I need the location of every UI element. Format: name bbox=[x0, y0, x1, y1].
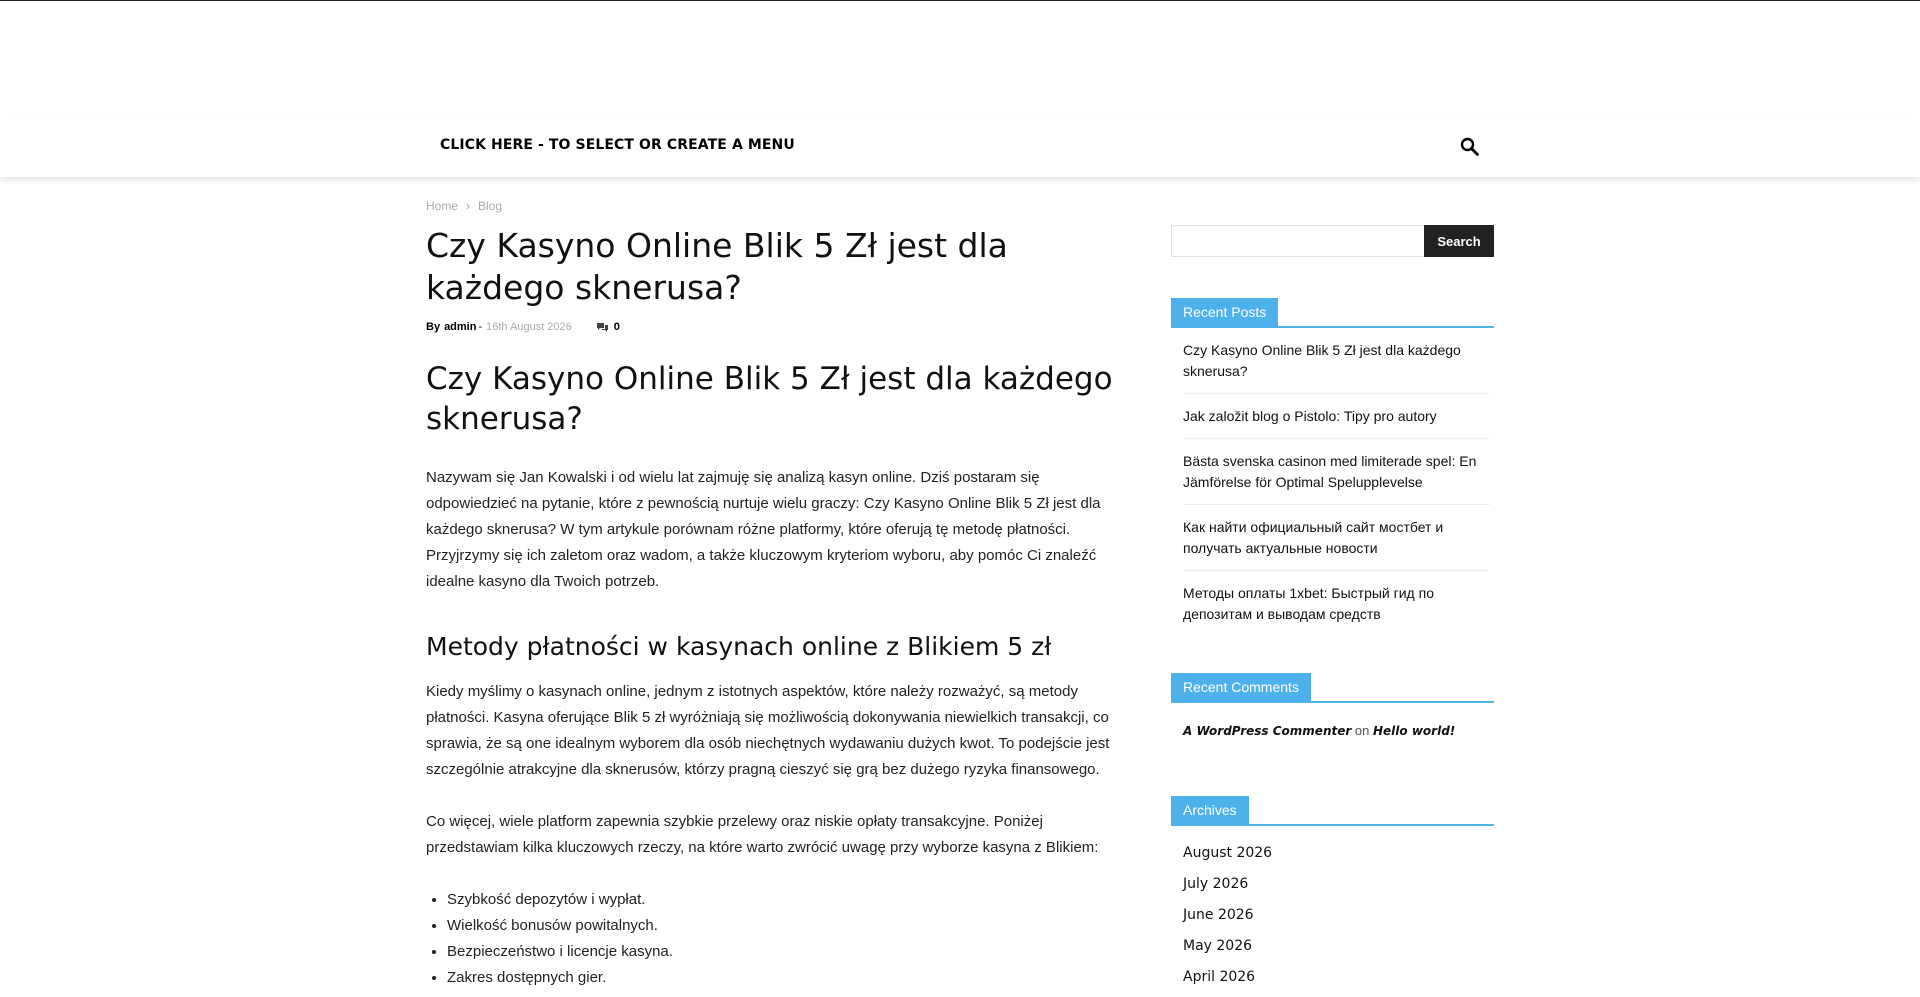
widget-title: Archives bbox=[1171, 796, 1494, 826]
comments-link[interactable]: 0 bbox=[596, 321, 620, 333]
sidebar-search: Search bbox=[1171, 225, 1494, 257]
widget-title: Recent Posts bbox=[1171, 298, 1494, 328]
breadcrumb: Home › Blog bbox=[426, 199, 502, 213]
post-date: 16th August 2026 bbox=[486, 321, 572, 333]
list-item: April 2026 bbox=[1183, 966, 1494, 987]
recent-post-link[interactable]: Czy Kasyno Online Blik 5 Zł jest dla każ… bbox=[1183, 342, 1461, 379]
list-item: August 2026 bbox=[1183, 842, 1494, 863]
select-menu-link[interactable]: CLICK HERE - TO SELECT OR CREATE A MENU bbox=[440, 137, 795, 153]
author-link[interactable]: admin bbox=[444, 321, 476, 333]
recent-comment: A WordPress Commenter on Hello world! bbox=[1171, 703, 1494, 738]
recent-posts-list: Czy Kasyno Online Blik 5 Zł jest dla każ… bbox=[1171, 328, 1494, 636]
recent-posts-title: Recent Posts bbox=[1171, 298, 1279, 326]
comments-icon bbox=[596, 322, 608, 332]
recent-comments-widget: Recent Comments A WordPress Commenter on… bbox=[1171, 673, 1494, 738]
recent-post-link[interactable]: Bästa svenska casinon med limiterade spe… bbox=[1183, 453, 1476, 490]
list-item: Bästa svenska casinon med limiterade spe… bbox=[1183, 439, 1490, 505]
content-paragraph: Co więcej, wiele platform zapewnia szybk… bbox=[426, 813, 1099, 856]
widget-title: Recent Comments bbox=[1171, 673, 1494, 703]
comment-on-label: on bbox=[1354, 723, 1370, 738]
list-item: Bezpieczeństwo i licencje kasyna. bbox=[447, 939, 1126, 965]
archive-link[interactable]: August 2026 bbox=[1183, 845, 1272, 861]
meta-dash: - bbox=[478, 321, 483, 333]
list-item: Zakres dostępnych gier. bbox=[447, 965, 1126, 991]
list-item: Czy Kasyno Online Blik 5 Zł jest dla każ… bbox=[1183, 328, 1490, 394]
content-paragraph: Kiedy myślimy o kasynach online, jednym … bbox=[426, 683, 1110, 778]
archives-widget: Archives August 2026 July 2026 June 2026… bbox=[1171, 796, 1494, 997]
archive-link[interactable]: July 2026 bbox=[1183, 876, 1248, 892]
recent-post-link[interactable]: Как найти официальный сайт мостбет и пол… bbox=[1183, 519, 1443, 556]
list-item: Как найти официальный сайт мостбет и пол… bbox=[1183, 505, 1490, 571]
archive-link[interactable]: June 2026 bbox=[1183, 907, 1254, 923]
recent-post-link[interactable]: Jak založit blog o Pistolo: Tipy pro aut… bbox=[1183, 408, 1437, 424]
breadcrumb-separator: › bbox=[466, 199, 471, 213]
post-meta: By admin - 16th August 2026 0 bbox=[426, 321, 620, 333]
comments-count: 0 bbox=[613, 321, 620, 333]
list-item: Szybkość depozytów i wypłat. bbox=[447, 887, 1126, 913]
list-item: June 2026 bbox=[1183, 904, 1494, 925]
header-area bbox=[0, 1, 1920, 117]
list-item: May 2026 bbox=[1183, 935, 1494, 956]
breadcrumb-home[interactable]: Home bbox=[426, 199, 458, 213]
archive-link[interactable]: April 2026 bbox=[1183, 969, 1255, 985]
author-by-label: By bbox=[426, 321, 441, 333]
search-icon[interactable] bbox=[1458, 135, 1482, 159]
list-item: Jak založit blog o Pistolo: Tipy pro aut… bbox=[1183, 394, 1490, 439]
archive-link[interactable]: May 2026 bbox=[1183, 938, 1252, 954]
content-subheading: Metody płatności w kasynach online z Bli… bbox=[426, 632, 1052, 661]
archives-title: Archives bbox=[1171, 796, 1249, 824]
list-item: Wielkość bonusów powitalnych. bbox=[447, 913, 1126, 939]
archives-list: August 2026 July 2026 June 2026 May 2026… bbox=[1171, 826, 1494, 987]
list-item: Методы оплаты 1xbet: Быстрый гид по депо… bbox=[1183, 571, 1490, 636]
comment-post-link[interactable]: Hello world! bbox=[1373, 724, 1455, 738]
main-navigation: CLICK HERE - TO SELECT OR CREATE A MENU bbox=[0, 117, 1920, 177]
search-input[interactable] bbox=[1171, 225, 1424, 257]
post-content: Czy Kasyno Online Blik 5 Zł jest dla każ… bbox=[426, 359, 1126, 991]
page-title: Czy Kasyno Online Blik 5 Zł jest dla każ… bbox=[426, 226, 1008, 307]
recent-post-link[interactable]: Методы оплаты 1xbet: Быстрый гид по депо… bbox=[1183, 585, 1434, 622]
content-paragraph: Nazywam się Jan Kowalski i od wielu lat … bbox=[426, 469, 1101, 590]
search-button[interactable]: Search bbox=[1424, 225, 1494, 257]
recent-posts-widget: Recent Posts Czy Kasyno Online Blik 5 Zł… bbox=[1171, 298, 1494, 636]
recent-comments-title: Recent Comments bbox=[1171, 673, 1311, 701]
content-heading: Czy Kasyno Online Blik 5 Zł jest dla każ… bbox=[426, 361, 1113, 437]
list-item: July 2026 bbox=[1183, 873, 1494, 894]
content-list: Szybkość depozytów i wypłat. Wielkość bo… bbox=[426, 887, 1126, 991]
breadcrumb-blog[interactable]: Blog bbox=[478, 199, 502, 213]
comment-author-link[interactable]: A WordPress Commenter bbox=[1183, 724, 1351, 738]
